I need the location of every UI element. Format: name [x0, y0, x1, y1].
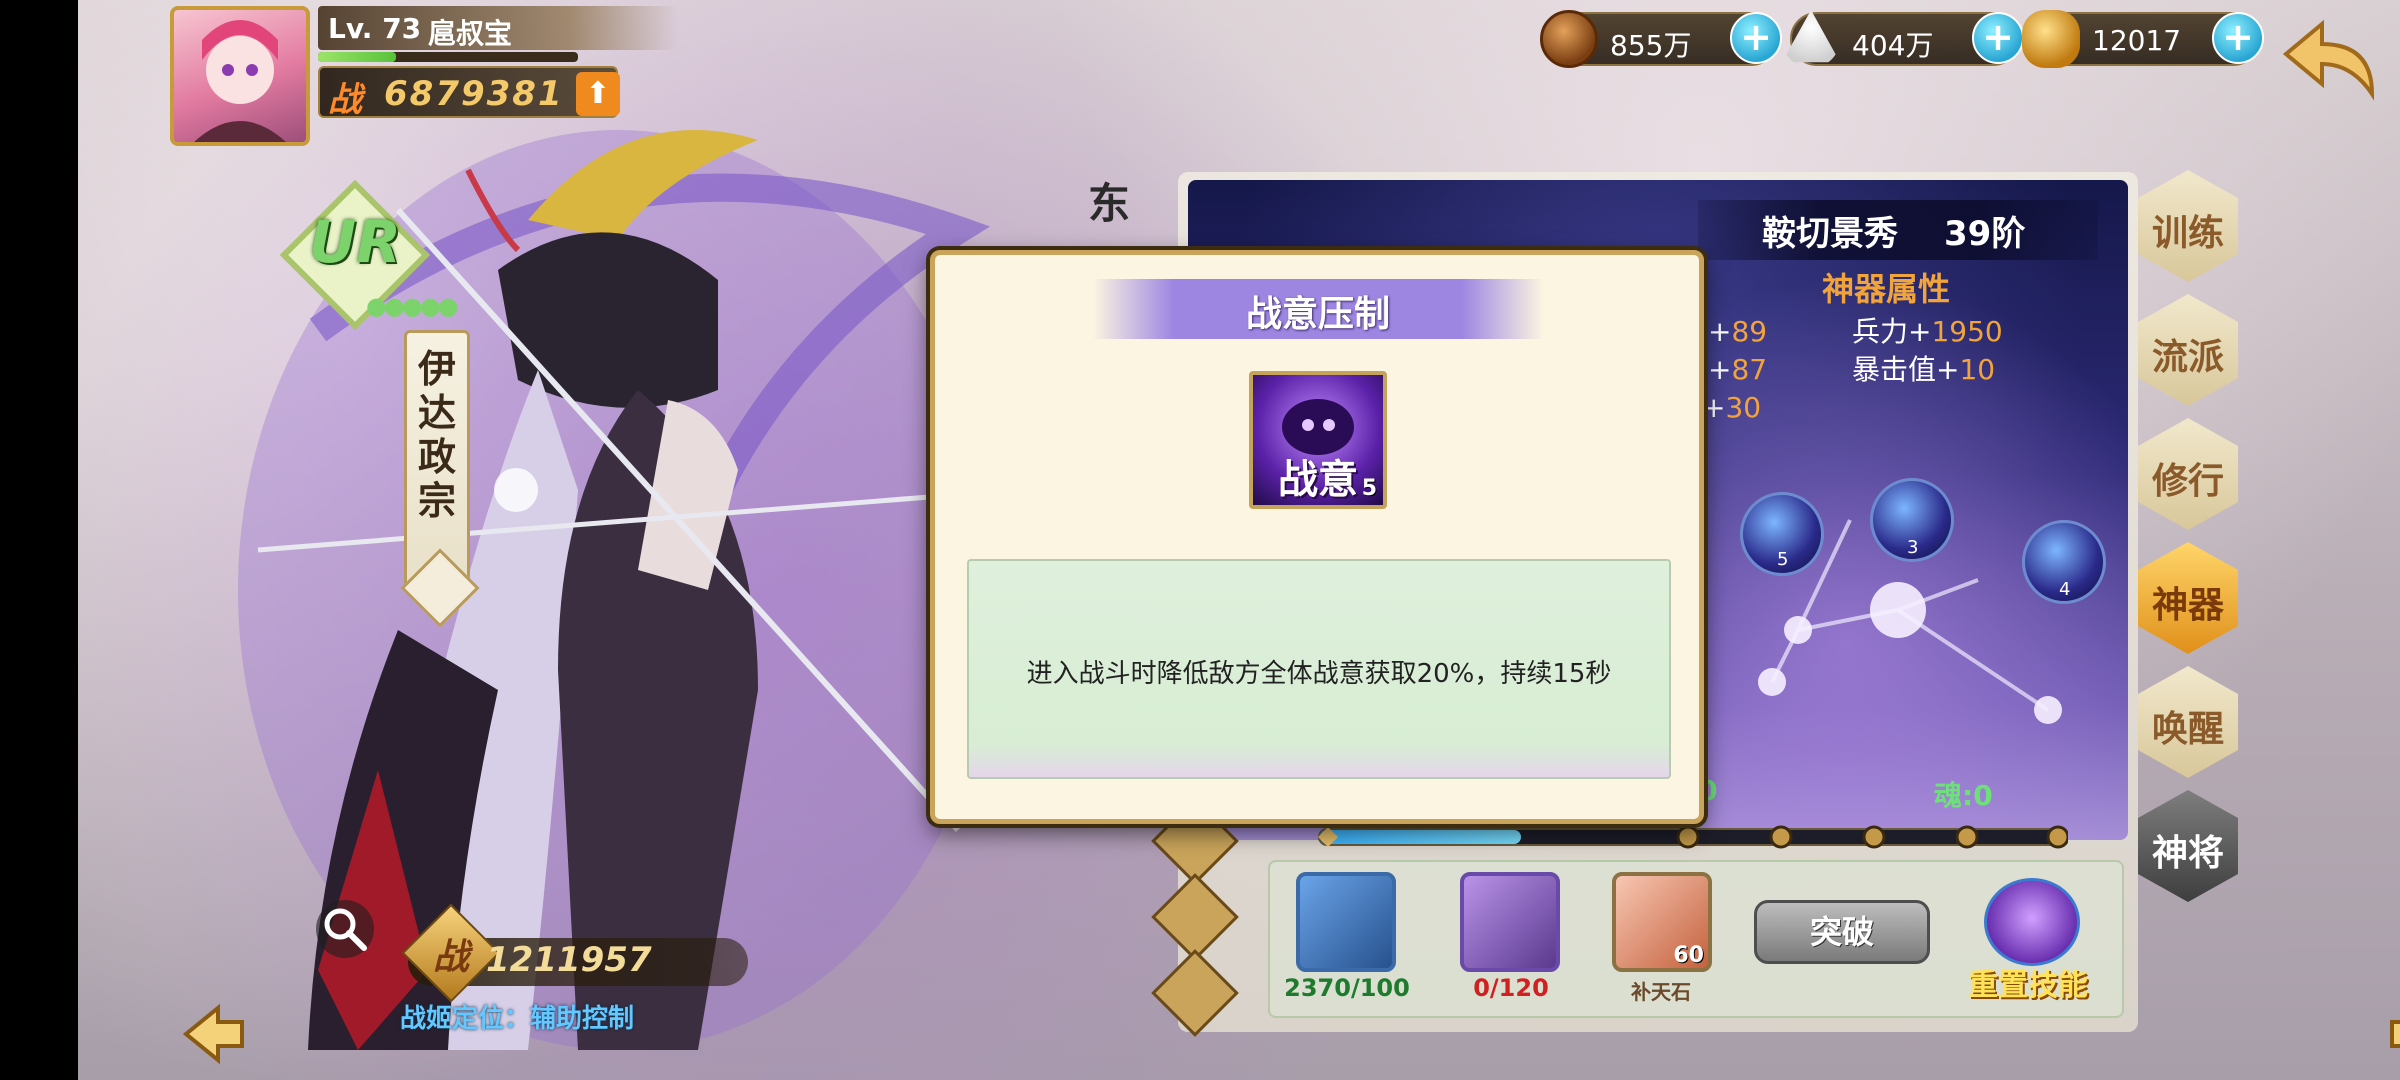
next-hero-arrow-icon[interactable]: [2388, 1002, 2400, 1066]
player-power-value: 6879381: [384, 74, 564, 114]
gold-value: 12017: [2092, 24, 2182, 57]
player-avatar[interactable]: [170, 6, 310, 146]
modal-title-bar: 战意压制: [1093, 279, 1543, 339]
skill-icon: 战意 5: [1249, 371, 1387, 509]
game-screen: Lv. 73 扈叔宝 战 6879381 ⬆ 855万 + 404万 + 120…: [78, 0, 2400, 1080]
artifact-attributes-heading: 神器属性: [1822, 270, 1951, 308]
attr-crit: 暴击值+10: [1852, 353, 1996, 386]
reset-skill-button[interactable]: 重置技能: [1968, 960, 2088, 1004]
add-copper-button[interactable]: +: [1730, 12, 1782, 64]
artifact-title-bar: [1698, 200, 2098, 260]
player-power: 战 6879381: [318, 66, 618, 120]
rarity-text: UR: [309, 208, 401, 276]
rice-value: 404万: [1852, 29, 1934, 62]
attr-troops: 兵力+1950: [1852, 315, 2003, 348]
side-menu-awaken[interactable]: 唤醒: [2138, 666, 2238, 778]
player-level: Lv. 73: [328, 12, 422, 45]
skill-description-box: 进入战斗时降低敌方全体战意获取20%，持续15秒: [967, 559, 1671, 779]
side-menu-artifact[interactable]: 神器: [2138, 542, 2238, 654]
artifact-name: 鞍切景秀: [1762, 214, 1898, 254]
hero-side-icons: [1151, 797, 1239, 1037]
gold-koban-icon: [2022, 10, 2080, 68]
skill-description: 进入战斗时降低敌方全体战意获取20%，持续15秒: [1026, 659, 1612, 689]
side-menu-divine-general[interactable]: 神将: [2138, 790, 2238, 902]
hero-portrait-icon[interactable]: [1151, 873, 1239, 961]
side-menu-practice[interactable]: 修行: [2138, 418, 2238, 530]
resource-rice: 404万 +: [1782, 10, 2024, 66]
skill-orb[interactable]: 3: [1870, 478, 1954, 562]
copper-value: 855万: [1610, 29, 1692, 62]
magnifier-icon: [324, 908, 367, 951]
progress-nodes: [1318, 825, 2068, 849]
skill-detail-modal[interactable]: 战意压制 战意 5 进入战斗时降低敌方全体战意获取20%，持续15秒: [930, 250, 1704, 824]
name-plate: Lv. 73 扈叔宝: [318, 6, 678, 50]
partial-label: 东: [1088, 179, 1131, 228]
soul-count: 魂:0: [1934, 779, 1993, 812]
player-info: Lv. 73 扈叔宝 战 6879381 ⬆: [170, 0, 710, 150]
side-menu-training[interactable]: 训练: [2138, 170, 2238, 282]
blade-count: 0/120: [1473, 974, 1549, 1002]
mending-stone-label: 补天石: [1631, 980, 1691, 1004]
swap-icon[interactable]: [1151, 949, 1239, 1037]
skill-level: 5: [1361, 476, 1377, 501]
resource-gold: 12017 +: [2022, 10, 2264, 68]
mending-stone-icon[interactable]: 60: [1612, 872, 1712, 972]
breakthrough-button[interactable]: 突破: [1754, 900, 1930, 964]
hero-power-value: 1211957: [486, 940, 652, 980]
artifact-stage: 39阶: [1944, 214, 2026, 254]
reset-skill-icon[interactable]: [1984, 878, 2080, 966]
xp-bar-fill: [318, 52, 396, 62]
hero-power-label: 战: [432, 937, 469, 978]
xp-bar: [318, 52, 578, 62]
modal-title: 战意压制: [1245, 294, 1390, 335]
side-menu-school[interactable]: 流派: [2138, 294, 2238, 406]
ingot-count: 2370/100: [1284, 974, 1410, 1002]
mending-stone-badge: 60: [1673, 943, 1704, 968]
add-gold-button[interactable]: +: [2212, 12, 2264, 64]
blade-icon[interactable]: [1460, 872, 1560, 972]
player-name: 扈叔宝: [428, 17, 513, 50]
zoom-button[interactable]: [316, 900, 374, 958]
add-rice-button[interactable]: +: [1972, 12, 2024, 64]
ingot-icon[interactable]: [1296, 872, 1396, 972]
hero-name: 伊达政宗: [417, 347, 456, 523]
hero-role: 战姬定位：辅助控制: [400, 1004, 635, 1034]
copper-coin-icon: [1540, 10, 1598, 68]
previous-hero-arrow-icon[interactable]: [182, 1002, 246, 1066]
hero-stars: ●●●●●: [366, 292, 459, 320]
power-up-arrow-icon[interactable]: ⬆: [576, 72, 620, 116]
skill-orb[interactable]: 4: [2022, 520, 2106, 604]
back-arrow-icon[interactable]: [2282, 14, 2382, 104]
resource-copper: 855万 +: [1540, 10, 1782, 68]
skill-orb[interactable]: 5: [1740, 492, 1824, 576]
rice-ball-icon: [1782, 10, 1840, 63]
power-icon: 战: [328, 80, 362, 120]
